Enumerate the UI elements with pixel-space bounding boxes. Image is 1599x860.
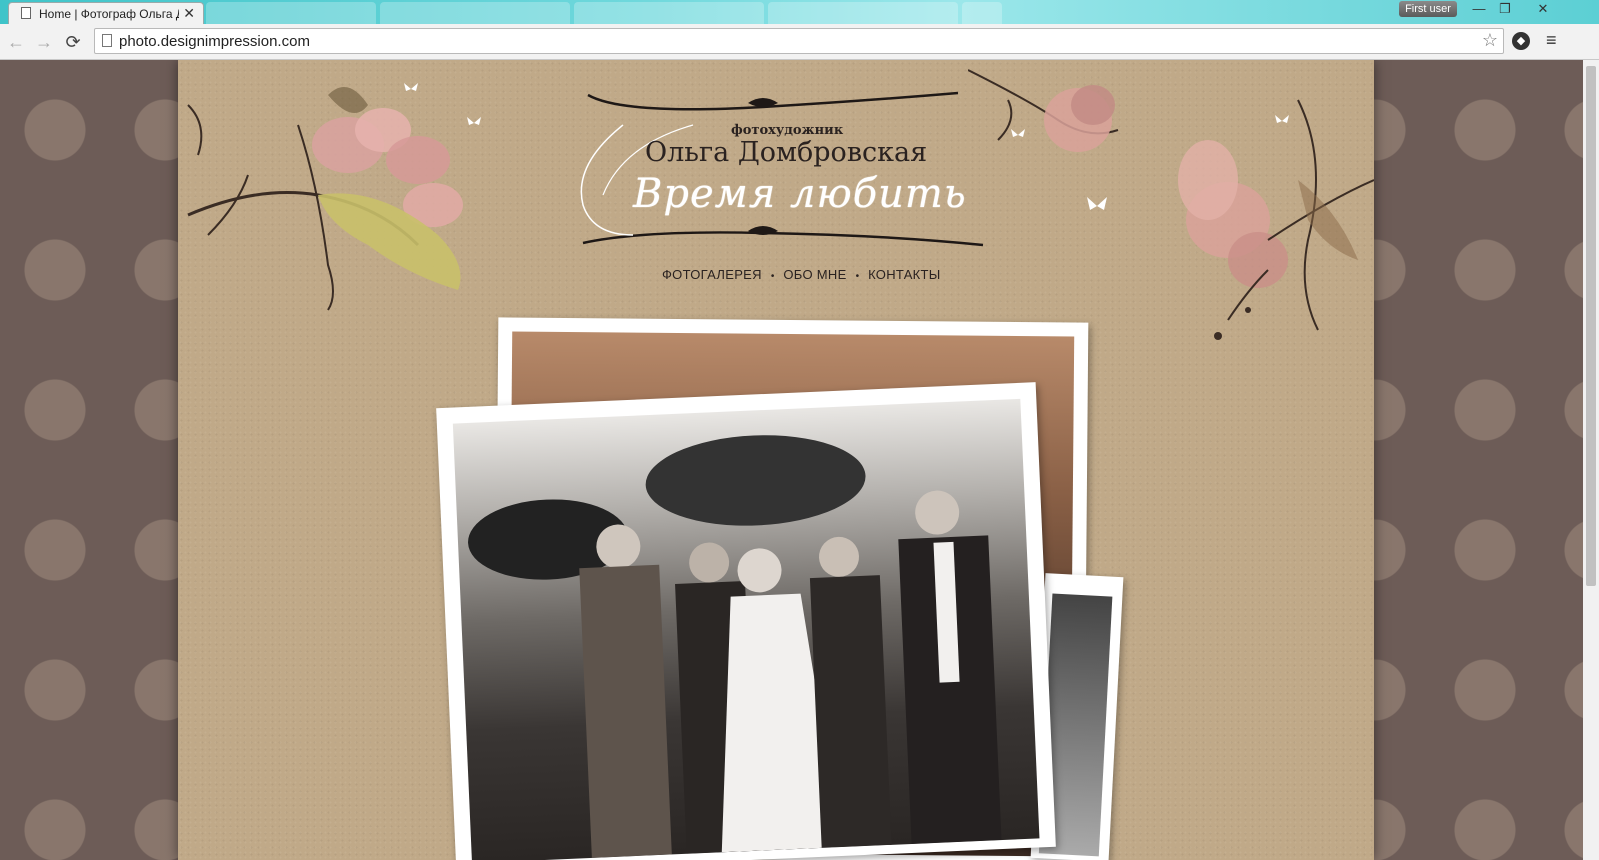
page-icon xyxy=(21,7,31,19)
tab-close-icon[interactable]: ✕ xyxy=(183,5,195,22)
logo-name: Ольга Домбровская xyxy=(645,137,928,168)
new-tab-button[interactable] xyxy=(962,2,1002,24)
minimize-icon[interactable]: — xyxy=(1466,0,1492,18)
browser-toolbar: ← → ⟳ photo.designimpression.com ☆ ◆ ≡ xyxy=(0,24,1599,60)
forward-icon[interactable]: → xyxy=(34,32,54,52)
logo-subtitle: фотохудожник xyxy=(731,123,844,138)
logo-script: Время любить xyxy=(633,171,967,217)
menu-icon[interactable]: ≡ xyxy=(1546,30,1557,51)
url-text: photo.designimpression.com xyxy=(119,33,310,50)
nav-item-gallery[interactable]: ФОТОГАЛЕРЕЯ xyxy=(662,267,762,282)
tab-title: Home | Фотограф Ольга Д xyxy=(39,7,179,21)
tab-background[interactable] xyxy=(206,2,376,24)
tab-background[interactable] xyxy=(380,2,570,24)
window-close-icon[interactable]: ✕ xyxy=(1530,0,1556,18)
tab-background[interactable] xyxy=(768,2,958,24)
site-navigation: ФОТОГАЛЕРЕЯ • ОБО МНЕ • КОНТАКТЫ xyxy=(662,267,941,282)
browser-titlebar: Home | Фотограф Ольга Д ✕ First user — ❐… xyxy=(0,0,1599,24)
photo-card-front[interactable] xyxy=(436,382,1056,860)
flower-left-illustration xyxy=(187,87,463,311)
nav-item-contacts[interactable]: КОНТАКТЫ xyxy=(868,267,941,282)
flower-right-illustration xyxy=(968,69,1374,340)
page-viewport: фотохудожник Ольга Домбровская Время люб… xyxy=(0,60,1599,860)
tab-background[interactable] xyxy=(574,2,764,24)
page-icon xyxy=(102,34,112,47)
content-area: фотохудожник Ольга Домбровская Время люб… xyxy=(178,60,1374,860)
tab-active[interactable]: Home | Фотограф Ольга Д ✕ xyxy=(8,2,204,24)
reload-icon[interactable]: ⟳ xyxy=(63,32,83,52)
butterfly-icon xyxy=(467,117,481,125)
butterfly-icon xyxy=(1011,129,1025,137)
wedding-photo-figures xyxy=(468,435,1002,858)
butterfly-icon xyxy=(1275,115,1289,123)
scrollbar-thumb[interactable] xyxy=(1586,66,1596,586)
nav-item-about[interactable]: ОБО МНЕ xyxy=(783,267,846,282)
user-profile-button[interactable]: First user xyxy=(1399,1,1457,17)
restore-icon[interactable]: ❐ xyxy=(1492,0,1518,18)
photo-image xyxy=(452,398,1040,860)
nav-separator: • xyxy=(770,271,775,282)
butterfly-icon xyxy=(1087,197,1107,210)
bookmark-star-icon[interactable]: ☆ xyxy=(1482,30,1498,51)
back-icon[interactable]: ← xyxy=(6,32,26,52)
address-bar[interactable]: photo.designimpression.com ☆ xyxy=(94,28,1504,54)
page-scrollbar[interactable] xyxy=(1583,60,1599,860)
nav-separator: • xyxy=(855,271,860,282)
site-logo[interactable]: фотохудожник Ольга Домбровская Время люб… xyxy=(563,85,993,275)
extension-icon[interactable]: ◆ xyxy=(1512,32,1530,50)
butterfly-icon xyxy=(404,83,418,91)
